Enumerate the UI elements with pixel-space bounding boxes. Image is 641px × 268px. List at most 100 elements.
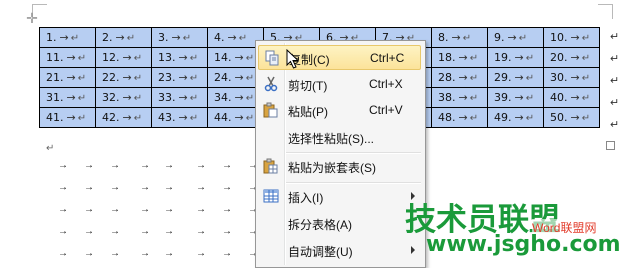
table-cell[interactable]: 31. → ↵ [39,87,96,108]
tab-arrow-icon: → [222,248,232,259]
table-cell[interactable]: 29. → ↵ [487,67,544,88]
table-cell[interactable]: 11. → ↵ [39,47,96,68]
menu-item-label: 拆分表格(A) [288,218,352,232]
cell-number: 11. [46,51,64,64]
cell-number: 23. [158,71,176,84]
table-cell[interactable]: 10. → ↵ [543,27,600,48]
cell-number: 42. [102,111,120,124]
table-cell[interactable]: 41. → ↵ [39,107,96,128]
menu-item-insert[interactable]: 插入(I) [258,184,421,209]
cell-mark-icon: ↵ [469,73,479,84]
cell-mark-icon: ↵ [525,113,535,124]
cell-number: 50. [550,111,568,124]
table-cell[interactable]: 48. → ↵ [431,107,488,128]
tab-arrow-icon: → [122,91,132,104]
menu-item-paste-nested-table[interactable]: 粘贴为嵌套表(S) [258,154,421,179]
cell-mark-icon: ↵ [133,93,143,104]
table-cell[interactable]: 38. → ↵ [431,87,488,108]
menu-item-label: 插入(I) [288,191,324,205]
cell-mark-icon: ↵ [581,53,591,64]
tab-arrow-icon: → [514,111,524,124]
table-cell[interactable]: 30. → ↵ [543,67,600,88]
row-end-mark: ↵ [610,119,620,131]
cell-number: 20. [550,51,568,64]
page-corner-mark [598,4,613,19]
cell-mark-icon: ↵ [581,93,591,104]
tab-arrow-icon: → [514,71,524,84]
cell-number: 9. [494,31,505,44]
cell-mark-icon: ↵ [518,33,528,44]
cell-number: 2. [102,31,113,44]
menu-item-paste-special[interactable]: 选择性粘贴(S)... [258,125,421,150]
tab-arrow-icon: → [458,91,468,104]
menu-item-label: 粘贴(P) [288,105,328,119]
tab-arrow-icon: → [196,160,206,171]
table-cell[interactable]: 28. → ↵ [431,67,488,88]
table-cell[interactable]: 40. → ↵ [543,87,600,108]
tab-arrow-icon: → [458,111,468,124]
table-cell[interactable]: 42. → ↵ [95,107,152,128]
table-cell[interactable]: 19. → ↵ [487,47,544,68]
tab-arrow-icon: → [222,226,232,237]
row-end-mark: ↵ [610,97,620,109]
tab-arrow-icon: → [451,31,461,44]
cell-mark-icon: ↵ [525,53,535,64]
tab-arrow-icon: → [570,91,580,104]
watermark-url: www.jsgho.com [426,232,621,257]
table-cell[interactable]: 50. → ↵ [543,107,600,128]
tab-arrow-icon: → [234,91,244,104]
tab-arrow-icon: → [227,31,237,44]
context-menu: 复制(C) Ctrl+C 剪切(T) Ctrl+X 粘贴(P) Ctrl+V 选… [255,40,426,268]
cell-number: 38. [438,91,456,104]
tab-arrow-icon: → [514,91,524,104]
tab-arrow-icon: → [115,31,125,44]
tab-arrow-icon: → [84,182,94,193]
menu-item-shortcut: Ctrl+C [370,51,405,65]
tab-arrow-icon: → [570,71,580,84]
menu-item-shortcut: Ctrl+V [369,103,403,117]
cell-mark-icon: ↵ [245,113,255,124]
tab-arrow-icon: → [196,226,206,237]
table-cell[interactable]: 22. → ↵ [95,67,152,88]
cell-number: 8. [438,31,449,44]
table-cell[interactable]: 43. → ↵ [151,107,208,128]
tab-arrow-icon: → [66,71,76,84]
table-cell[interactable]: 20. → ↵ [543,47,600,68]
tab-arrow-icon: → [234,51,244,64]
menu-item-cut[interactable]: 剪切(T) Ctrl+X [258,72,421,97]
table-cell[interactable]: 13. → ↵ [151,47,208,68]
cell-mark-icon: ↵ [133,113,143,124]
tab-arrow-icon: → [178,91,188,104]
cell-number: 30. [550,71,568,84]
tab-arrow-icon: → [234,111,244,124]
insert-table-icon [263,188,279,204]
menu-item-autofit[interactable]: 自动调整(U) [258,238,421,263]
table-cell[interactable]: 3. → ↵ [151,27,208,48]
table-move-handle-icon[interactable]: ✛ [25,11,39,25]
table-cell[interactable]: 33. → ↵ [151,87,208,108]
menu-item-split-table[interactable]: 拆分表格(A) [258,211,421,236]
tab-arrow-icon: → [178,111,188,124]
table-cell[interactable]: 32. → ↵ [95,87,152,108]
table-cell[interactable]: 18. → ↵ [431,47,488,68]
cell-number: 4. [214,31,225,44]
table-cell[interactable]: 2. → ↵ [95,27,152,48]
table-cell[interactable]: 21. → ↵ [39,67,96,88]
table-cell[interactable]: 23. → ↵ [151,67,208,88]
menu-item-copy[interactable]: 复制(C) Ctrl+C [258,45,421,70]
table-cell[interactable]: 9. → ↵ [487,27,544,48]
menu-item-label: 自动调整(U) [288,245,353,259]
table-resize-handle[interactable] [606,141,615,150]
tab-arrow-icon: → [110,248,120,259]
table-cell[interactable]: 39. → ↵ [487,87,544,108]
table-cell[interactable]: 8. → ↵ [431,27,488,48]
cell-mark-icon: ↵ [77,93,87,104]
cell-mark-icon: ↵ [133,53,143,64]
cell-mark-icon: ↵ [581,113,591,124]
table-cell[interactable]: 49. → ↵ [487,107,544,128]
table-cell[interactable]: 1. → ↵ [39,27,96,48]
cell-number: 14. [214,51,232,64]
table-cell[interactable]: 12. → ↵ [95,47,152,68]
cell-number: 34. [214,91,232,104]
menu-item-paste[interactable]: 粘贴(P) Ctrl+V [258,98,421,123]
